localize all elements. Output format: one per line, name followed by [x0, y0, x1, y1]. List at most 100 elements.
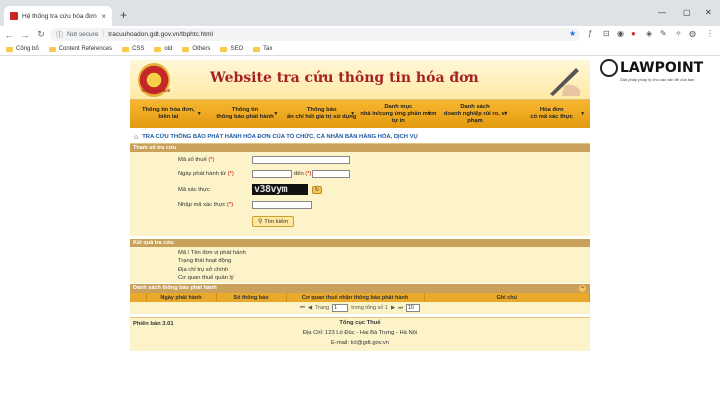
date-from-input[interactable]: [252, 170, 292, 178]
forward-icon[interactable]: →: [18, 30, 32, 40]
extension-icon[interactable]: ✎: [660, 29, 667, 38]
table-header-row: Ngày phát hành Số thông báo Cơ quan thuế…: [130, 293, 590, 302]
emblem-caption: TỔNG CỤC THUẾ: [141, 89, 171, 93]
page-size-select[interactable]: 10: [406, 304, 421, 312]
tax-site: TỔNG CỤC THUẾ Website tra cứu thông tin …: [130, 60, 590, 351]
info-icon[interactable]: ⓘ: [56, 30, 63, 40]
date-to-label: đến (*): [294, 171, 312, 177]
footer-org: Tổng cục Thuế: [339, 320, 381, 326]
page-content: TỔNG CỤC THUẾ Website tra cứu thông tin …: [0, 57, 720, 404]
captcha-input-label: Nhập mã xác thực (*): [178, 202, 234, 208]
last-page-icon[interactable]: ⏭: [398, 305, 403, 312]
minimize-icon[interactable]: —: [658, 8, 666, 17]
column-header[interactable]: Cơ quan thuế nhận thông báo phát hành: [286, 293, 425, 302]
extension-icon[interactable]: ●: [631, 29, 636, 38]
folder-icon: [253, 46, 261, 52]
bookmark-folder[interactable]: SEO: [220, 46, 243, 52]
pen-hand-icon: [550, 68, 580, 96]
captcha-input[interactable]: [252, 201, 312, 209]
bookmark-folder[interactable]: Công bố: [6, 46, 39, 52]
avatar-icon[interactable]: ◍: [689, 29, 696, 38]
maximize-icon[interactable]: ▢: [683, 8, 691, 17]
menu-item-printer-list[interactable]: Danh mục nhà in/cung ứng phần mềm tự in ▼: [360, 100, 437, 128]
reload-icon[interactable]: ↻: [34, 29, 48, 40]
search-button[interactable]: ⚲ Tìm kiếm: [252, 216, 294, 227]
captcha-label: Mã xác thực: [178, 187, 210, 193]
first-page-icon[interactable]: ⏮: [300, 305, 305, 312]
folder-icon: [220, 46, 228, 52]
banner-title: Website tra cứu thông tin hóa đơn: [210, 70, 479, 86]
tab-title: Hệ thống tra cứu hóa đơn: [22, 12, 97, 20]
lawpoint-name: LAWPOINT: [620, 60, 704, 76]
menu-icon[interactable]: ⋮: [706, 29, 714, 38]
main-menu: Thông tin hóa đơn, biên lai ▼ Thông tin thô…: [130, 100, 590, 128]
bookmark-folder[interactable]: Tax: [253, 46, 272, 52]
menu-item-invoice-info[interactable]: Thông tin hóa đơn, biên lai ▼: [130, 100, 207, 128]
menu-item-verified-invoice[interactable]: Hóa đơn có mã xác thực ▼: [513, 100, 590, 128]
extension-icon[interactable]: ⊡: [603, 29, 610, 38]
column-header[interactable]: Ngày phát hành: [146, 293, 217, 302]
address-bar[interactable]: ⓘ Not secure | tracuuhoadon.gdt.gov.vn/t…: [50, 28, 580, 41]
menu-item-expired-notice[interactable]: Thông báo ấn chỉ hết giá trị sử dụng ▼: [283, 100, 360, 128]
collapse-icon[interactable]: −: [579, 285, 586, 292]
menu-item-risk-list[interactable]: Danh sách doanh nghiệp rủi ro, vi phạm ▼: [437, 100, 514, 128]
bookmark-folder[interactable]: Others: [182, 46, 210, 52]
site-footer: Phiên bản 3.01 Tổng cục Thuế Địa Chỉ: 12…: [130, 317, 590, 351]
dropdown-caret-icon: ▼: [503, 111, 509, 117]
bookmark-folder[interactable]: CSS: [122, 46, 144, 52]
folder-icon: [48, 46, 56, 52]
folder-icon: [6, 46, 13, 52]
puzzle-icon[interactable]: ✧: [675, 29, 682, 38]
star-icon[interactable]: ★: [569, 29, 576, 38]
tax-code-input[interactable]: [252, 156, 350, 164]
date-from-label: Ngày phát hành từ (*): [178, 171, 234, 177]
bookmark-folder[interactable]: old: [154, 46, 172, 52]
captcha-image: v38vym: [252, 184, 308, 195]
result-field: Địa chỉ trụ sở chính: [178, 266, 229, 273]
browser-tab[interactable]: Hệ thống tra cứu hóa đơn ×: [4, 6, 112, 26]
extension-icon[interactable]: ◉: [617, 29, 624, 38]
result-panel: Mã / Tên đơn vị phát hành Trạng thái hoạ…: [130, 247, 590, 283]
tax-code-label: Mã số thuế (*): [178, 157, 215, 163]
browser-tabstrip: Hệ thống tra cứu hóa đơn × + — ▢ ✕: [0, 0, 720, 26]
lawpoint-tagline: Giải pháp pháp lý cho các vấn đề của bạn: [620, 77, 695, 82]
menu-item-issuance-notice[interactable]: Thông tin thông báo phát hành ▼: [207, 100, 284, 128]
result-section-header: Kết quả tra cứu: [130, 239, 590, 247]
browser-toolbar: ← → ↻ ⓘ Not secure | tracuuhoadon.gdt.go…: [0, 26, 720, 43]
bookmark-folder[interactable]: Content References: [48, 46, 112, 52]
lawpoint-mark-icon: [600, 59, 618, 77]
dropdown-caret-icon: ▼: [580, 111, 586, 117]
folder-icon: [182, 46, 190, 52]
back-icon[interactable]: ←: [2, 30, 16, 40]
extension-icon[interactable]: ƒ: [588, 29, 592, 38]
search-form: Mã số thuế (*) Ngày phát hành từ (*) đến…: [130, 152, 590, 236]
url-text: tracuuhoadon.gdt.gov.vn/tbphtc.html: [108, 31, 213, 38]
home-icon[interactable]: ⌂: [134, 134, 138, 141]
favicon-icon: [10, 12, 18, 20]
search-section-header: Tham số tra cứu: [130, 144, 590, 152]
bookmarks-bar: Công bố Content References CSS old Other…: [0, 43, 720, 56]
folder-icon: [122, 46, 130, 52]
column-header[interactable]: Ghi chú: [424, 293, 590, 302]
site-banner: TỔNG CỤC THUẾ Website tra cứu thông tin …: [130, 60, 590, 100]
close-window-icon[interactable]: ✕: [705, 8, 712, 17]
next-page-icon[interactable]: ▶: [391, 305, 395, 311]
tab-close-icon[interactable]: ×: [101, 12, 106, 21]
refresh-captcha-icon[interactable]: ↻: [312, 186, 322, 194]
dropdown-caret-icon: ▼: [350, 111, 356, 117]
lawpoint-logo: LAWPOINT Giải pháp pháp lý cho các vấn đ…: [598, 57, 718, 87]
date-to-input[interactable]: [312, 170, 350, 178]
list-section-header: Danh sách thông báo phát hành −: [130, 284, 590, 293]
footer-address: Địa Chỉ: 123 Lò Đúc - Hai Bà Trưng - Hà …: [302, 330, 418, 336]
column-header[interactable]: Số thông báo: [216, 293, 287, 302]
pager: ⏮ ◀ Trang 1 trong tổng số 1 ▶ ⏭ 10: [130, 302, 590, 314]
breadcrumb: ⌂ TRA CỨU THÔNG BÁO PHÁT HÀNH HÓA ĐƠN CỦ…: [130, 131, 590, 144]
prev-page-icon[interactable]: ◀: [308, 305, 312, 311]
footer-email: E-mail: tct@gdt.gov.vn: [331, 340, 389, 346]
new-tab-button[interactable]: +: [120, 9, 127, 21]
search-icon: ⚲: [257, 218, 263, 225]
page-input[interactable]: 1: [332, 304, 349, 312]
notice-table: Ngày phát hành Số thông báo Cơ quan thuế…: [130, 293, 590, 302]
dropdown-caret-icon: ▼: [273, 111, 279, 117]
extension-icon[interactable]: ◈: [646, 29, 652, 38]
